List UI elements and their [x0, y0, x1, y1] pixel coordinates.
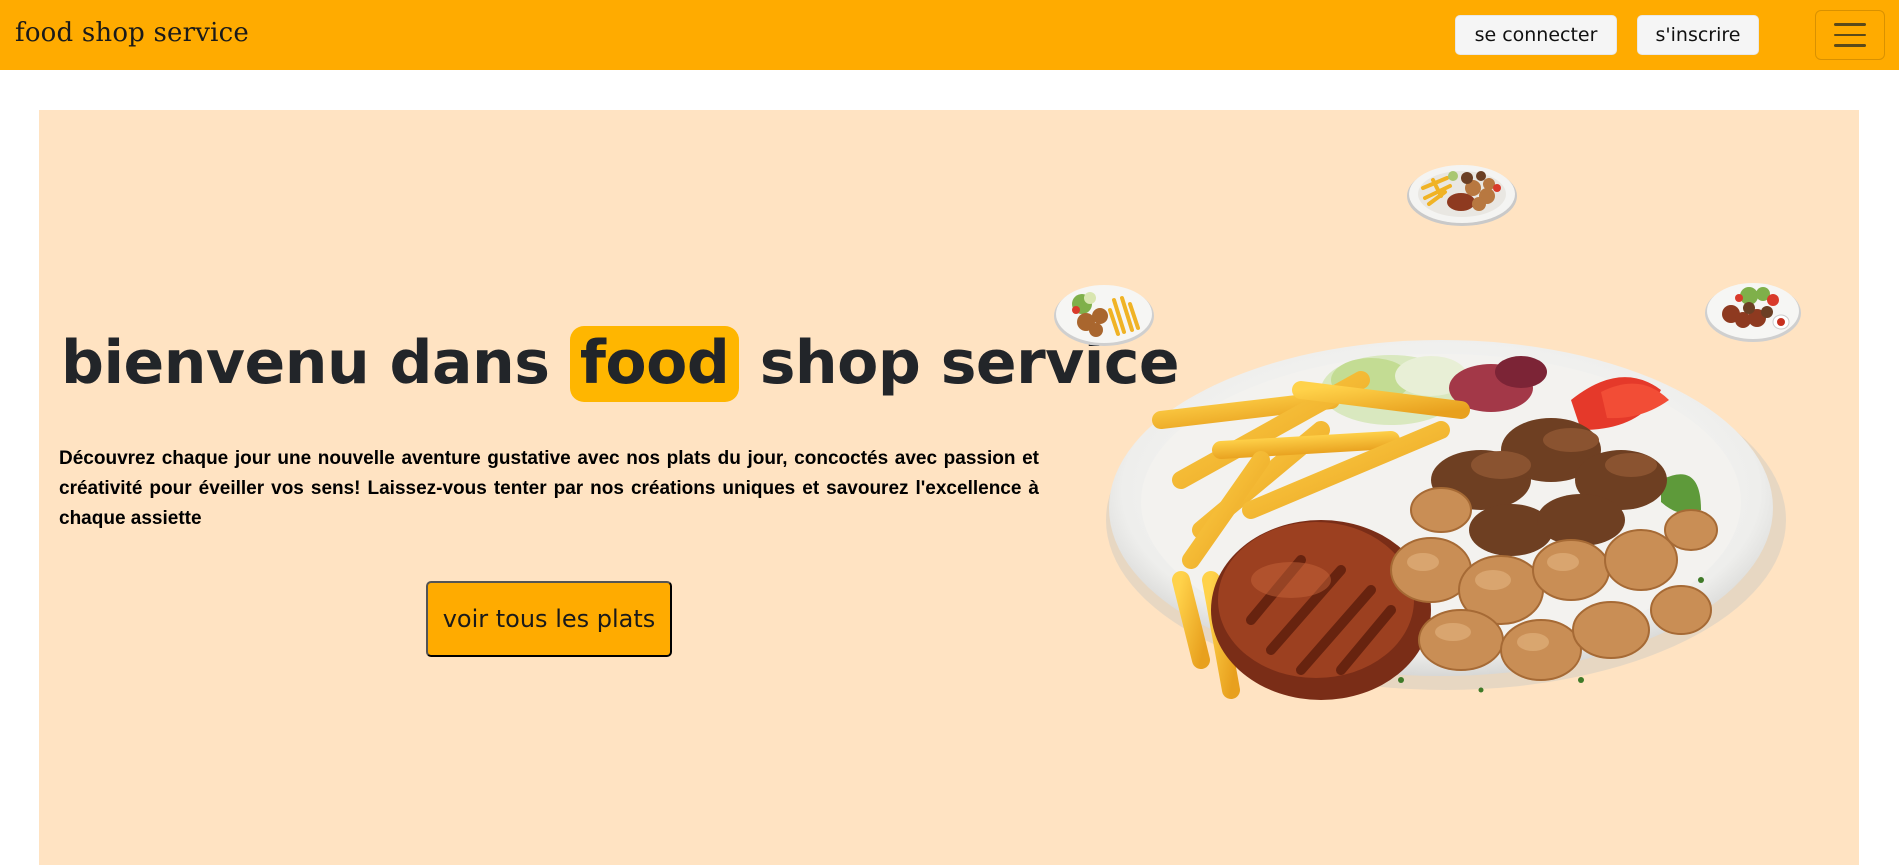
view-all-dishes-button[interactable]: voir tous les plats — [426, 581, 672, 657]
menu-toggle-button[interactable] — [1815, 10, 1885, 60]
signup-button[interactable]: s'inscrire — [1637, 15, 1759, 55]
hamburger-icon — [1834, 23, 1866, 26]
brand-logo[interactable]: food shop service — [15, 18, 249, 48]
hero-title: bienvenu dans food shop service — [61, 326, 1180, 402]
hero-description: Découvrez chaque jour une nouvelle avent… — [59, 448, 1039, 529]
hero-title-highlight: food — [569, 326, 740, 402]
hero-title-start: bienvenu dans — [61, 328, 570, 398]
login-button[interactable]: se connecter — [1455, 15, 1617, 55]
hamburger-icon-line — [1834, 33, 1866, 37]
hero-section: bienvenu dans food shop service Découvre… — [39, 110, 1859, 865]
food-plate-thumbnail — [1407, 165, 1517, 226]
food-plate-image — [1106, 340, 1786, 700]
navbar: food shop service se connecter s'inscrir… — [0, 0, 1899, 70]
hamburger-icon-line — [1834, 44, 1866, 47]
